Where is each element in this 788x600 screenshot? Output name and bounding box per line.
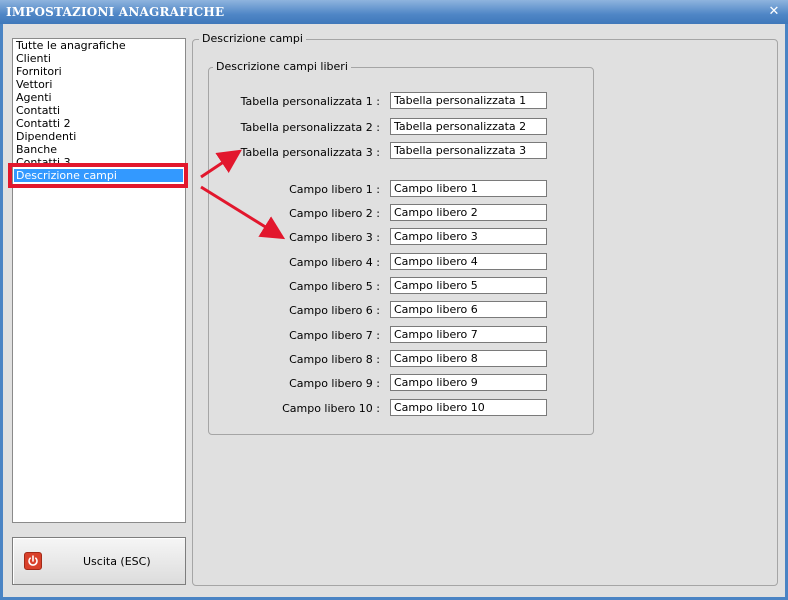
power-icon (24, 552, 42, 570)
exit-button[interactable]: Uscita (ESC) (12, 537, 186, 585)
free-field-input-10[interactable] (390, 399, 547, 416)
free-field-label-2: Campo libero 2 : (289, 207, 380, 220)
free-field-input-1[interactable] (390, 180, 547, 197)
category-list[interactable]: Tutte le anagrafiche Clienti Fornitori V… (12, 38, 186, 523)
window-client-area: Tutte le anagrafiche Clienti Fornitori V… (3, 24, 785, 597)
title-bar[interactable]: IMPOSTAZIONI ANAGRAFICHE ✕ (0, 0, 788, 24)
list-item-contatti-3[interactable]: Contatti 3 (13, 156, 185, 169)
list-item-agenti[interactable]: Agenti (13, 91, 185, 104)
free-field-label-8: Campo libero 8 : (289, 353, 380, 366)
list-item-contatti[interactable]: Contatti (13, 104, 185, 117)
table-label-2: Tabella personalizzata 2 : (240, 121, 380, 134)
list-item-contatti-2[interactable]: Contatti 2 (13, 117, 185, 130)
free-field-input-6[interactable] (390, 301, 547, 318)
free-field-input-8[interactable] (390, 350, 547, 367)
list-item-clienti[interactable]: Clienti (13, 52, 185, 65)
free-field-label-1: Campo libero 1 : (289, 183, 380, 196)
table-input-1[interactable] (390, 92, 547, 109)
table-input-2[interactable] (390, 118, 547, 135)
list-item-tutte[interactable]: Tutte le anagrafiche (13, 39, 185, 52)
list-item-fornitori[interactable]: Fornitori (13, 65, 185, 78)
free-field-input-4[interactable] (390, 253, 547, 270)
list-item-banche[interactable]: Banche (13, 143, 185, 156)
free-field-input-5[interactable] (390, 277, 547, 294)
free-field-label-4: Campo libero 4 : (289, 256, 380, 269)
exit-button-label: Uscita (ESC) (83, 555, 151, 568)
field-description-group-title: Descrizione campi (199, 32, 306, 45)
free-field-label-9: Campo libero 9 : (289, 377, 380, 390)
free-field-input-7[interactable] (390, 326, 547, 343)
table-input-3[interactable] (390, 142, 547, 159)
close-icon[interactable]: ✕ (766, 4, 782, 20)
free-field-input-2[interactable] (390, 204, 547, 221)
free-field-label-7: Campo libero 7 : (289, 329, 380, 342)
table-label-1: Tabella personalizzata 1 : (240, 95, 380, 108)
list-item-dipendenti[interactable]: Dipendenti (13, 130, 185, 143)
list-item-descrizione-campi[interactable]: Descrizione campi (14, 169, 183, 182)
free-field-label-5: Campo libero 5 : (289, 280, 380, 293)
settings-window: IMPOSTAZIONI ANAGRAFICHE ✕ Tutte le anag… (0, 0, 788, 600)
window-title: IMPOSTAZIONI ANAGRAFICHE (6, 5, 225, 19)
free-field-label-10: Campo libero 10 : (282, 402, 380, 415)
table-label-3: Tabella personalizzata 3 : (240, 146, 380, 159)
free-field-label-3: Campo libero 3 : (289, 231, 380, 244)
free-field-input-3[interactable] (390, 228, 547, 245)
free-fields-group-title: Descrizione campi liberi (213, 60, 351, 73)
list-item-vettori[interactable]: Vettori (13, 78, 185, 91)
free-field-input-9[interactable] (390, 374, 547, 391)
free-field-label-6: Campo libero 6 : (289, 304, 380, 317)
